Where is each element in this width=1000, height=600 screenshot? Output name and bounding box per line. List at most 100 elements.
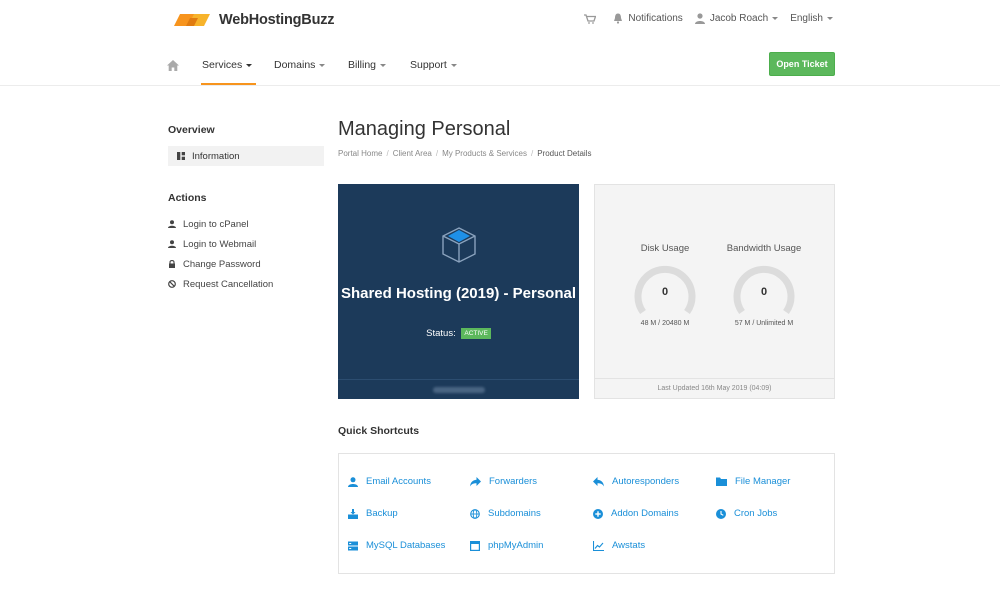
- actions-heading: Actions: [168, 192, 207, 204]
- sidebar-action-change-password[interactable]: Change Password: [168, 254, 324, 274]
- user-icon: [168, 240, 176, 248]
- breadcrumb-separator: /: [435, 149, 439, 158]
- breadcrumb-product-details: Product Details: [537, 149, 592, 158]
- bandwidth-usage-gauge: 0: [732, 264, 796, 316]
- quick-shortcuts-title: Quick Shortcuts: [338, 425, 420, 437]
- usage-card: Disk Usage 0 48 M / 20480 M Bandwidth Us…: [594, 184, 835, 399]
- shortcut-awstats[interactable]: Awstats: [593, 540, 645, 551]
- main-content: Managing Personal Portal Home / Client Ar…: [338, 118, 835, 574]
- disk-usage-detail: 48 M / 20480 M: [640, 320, 690, 327]
- blurred-domain: [432, 386, 485, 393]
- shortcut-phpmyadmin[interactable]: phpMyAdmin: [470, 540, 543, 551]
- usage-last-updated: Last Updated 16th May 2019 (04:09): [595, 378, 834, 398]
- chevron-down-icon: [772, 17, 779, 20]
- breadcrumb-separator: /: [386, 149, 389, 158]
- breadcrumb-my-products[interactable]: My Products & Services: [442, 149, 527, 158]
- shortcut-backup[interactable]: Backup: [348, 508, 398, 519]
- sidebar-action-login-webmail[interactable]: Login to Webmail: [168, 234, 324, 254]
- nav-domains[interactable]: Domains: [274, 59, 326, 71]
- share-arrow-icon: [470, 476, 481, 486]
- shortcut-email-accounts[interactable]: Email Accounts: [348, 476, 431, 487]
- shortcut-subdomains[interactable]: Subdomains: [470, 508, 541, 519]
- shortcut-file-manager[interactable]: File Manager: [716, 476, 790, 487]
- notifications-button[interactable]: Notifications: [613, 13, 683, 24]
- sidebar-action-login-cpanel[interactable]: Login to cPanel: [168, 214, 324, 234]
- overview-heading: Overview: [168, 124, 215, 136]
- folder-icon: [716, 477, 727, 486]
- language-menu[interactable]: English: [790, 13, 833, 24]
- main-nav: Services Domains Billing Support Open Ti…: [0, 42, 1000, 86]
- shortcut-addon-domains[interactable]: Addon Domains: [593, 508, 679, 519]
- nav-support[interactable]: Support: [410, 59, 457, 71]
- language-label: English: [790, 13, 823, 24]
- status-badge: ACTIVE: [461, 328, 491, 339]
- chevron-down-icon: [246, 63, 253, 67]
- chevron-down-icon: [319, 63, 326, 67]
- globe-icon: [470, 508, 480, 519]
- reply-icon: [593, 476, 604, 486]
- line-chart-icon: [593, 540, 604, 551]
- dashboard-icon: [177, 152, 185, 160]
- shortcut-mysql-databases[interactable]: MySQL Databases: [348, 540, 445, 551]
- bell-icon: [614, 13, 623, 24]
- shortcut-forwarders[interactable]: Forwarders: [470, 476, 537, 487]
- user-name: Jacob Roach: [709, 13, 769, 24]
- user-icon: [168, 220, 176, 228]
- disk-usage-value: 0: [661, 286, 669, 298]
- sidebar-item-label: Information: [192, 150, 240, 162]
- brand-logo[interactable]: WebHostingBuzz: [174, 10, 335, 30]
- window-icon: [470, 540, 480, 551]
- product-card: Shared Hosting (2019) - Personal Status:…: [338, 184, 579, 399]
- bandwidth-usage-label: Bandwidth Usage: [726, 243, 802, 254]
- lock-icon: [169, 260, 175, 268]
- breadcrumb-portal-home[interactable]: Portal Home: [338, 149, 382, 158]
- notifications-label: Notifications: [628, 13, 683, 24]
- open-ticket-button[interactable]: Open Ticket: [769, 52, 835, 76]
- ban-icon: [168, 280, 176, 288]
- cart-button[interactable]: [584, 13, 601, 24]
- disk-usage: Disk Usage 0 48 M / 20480 M: [615, 243, 715, 327]
- plus-circle-icon: [593, 508, 603, 519]
- sidebar-action-request-cancellation[interactable]: Request Cancellation: [168, 274, 324, 294]
- sidebar-item-information[interactable]: Information: [168, 146, 324, 166]
- sidebar-action-label: Request Cancellation: [183, 278, 274, 290]
- nav-services[interactable]: Services: [200, 59, 257, 85]
- home-icon: [167, 60, 179, 71]
- sidebar-action-label: Change Password: [183, 258, 261, 270]
- top-bar: WebHostingBuzz Notifications Jacob Roach…: [0, 0, 1000, 42]
- sidebar-action-label: Login to Webmail: [183, 238, 257, 250]
- backup-icon: [348, 508, 358, 519]
- bandwidth-usage-value: 0: [760, 286, 768, 298]
- user-menu[interactable]: Jacob Roach: [694, 13, 779, 24]
- breadcrumb-separator: /: [531, 149, 534, 158]
- shortcut-cron-jobs[interactable]: Cron Jobs: [716, 508, 777, 519]
- product-name: Shared Hosting (2019) - Personal: [340, 285, 577, 302]
- status-label: Status:: [426, 328, 456, 339]
- breadcrumb: Portal Home / Client Area / My Products & …: [338, 149, 835, 158]
- user-icon: [348, 476, 358, 487]
- chevron-down-icon: [450, 63, 457, 67]
- chevron-down-icon: [827, 17, 833, 20]
- clock-icon: [716, 508, 726, 519]
- shortcut-autoresponders[interactable]: Autoresponders: [593, 476, 679, 487]
- home-link[interactable]: [167, 58, 179, 76]
- sidebar: Overview Information Actions Login to cP…: [168, 124, 324, 294]
- disk-usage-label: Disk Usage: [640, 243, 690, 254]
- sidebar-action-label: Login to cPanel: [183, 218, 249, 230]
- disk-usage-gauge: 0: [633, 264, 697, 316]
- database-icon: [348, 541, 358, 550]
- nav-billing[interactable]: Billing: [348, 59, 387, 71]
- bandwidth-usage: Bandwidth Usage 0 57 M / Unlimited M: [714, 243, 814, 327]
- top-right-menu: Notifications Jacob Roach English: [572, 13, 833, 24]
- cart-icon: [584, 13, 597, 24]
- page-title: Managing Personal: [338, 118, 511, 140]
- breadcrumb-client-area[interactable]: Client Area: [393, 149, 432, 158]
- logo-text: WebHostingBuzz: [219, 12, 335, 28]
- product-domain-footer: [338, 379, 579, 399]
- product-status: Status: ACTIVE: [338, 328, 579, 339]
- quick-shortcuts-panel: Email Accounts Forwarders Autoresponders…: [338, 453, 835, 574]
- logo-mark-icon: [174, 14, 210, 26]
- chevron-down-icon: [380, 63, 387, 67]
- bandwidth-usage-detail: 57 M / Unlimited M: [734, 320, 794, 327]
- user-icon: [694, 13, 705, 24]
